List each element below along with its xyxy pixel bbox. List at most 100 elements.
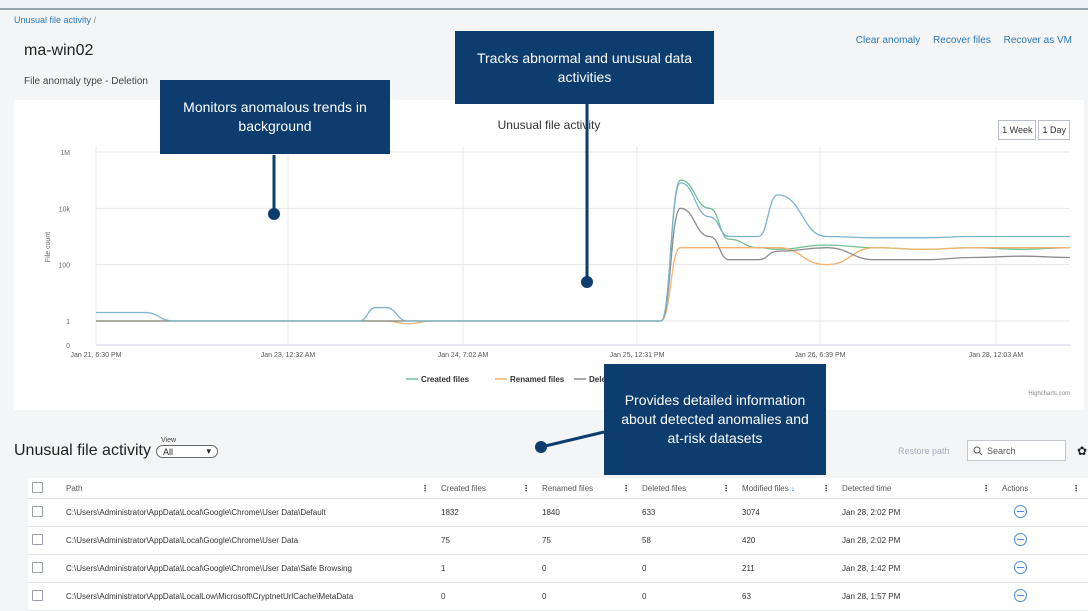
col-created-label: Created files: [441, 483, 486, 493]
callout-details: Provides detailed information about dete…: [604, 364, 826, 475]
col-modified-label: Modified files: [742, 483, 789, 493]
row-select[interactable]: [28, 526, 62, 555]
cell-deleted: 633: [638, 498, 738, 527]
column-menu-icon[interactable]: ⋮: [622, 484, 630, 493]
chart-credits[interactable]: Highcharts.com: [1028, 391, 1070, 397]
legend-item: Renamed files: [510, 375, 565, 384]
col-detected-time[interactable]: Detected time ⋮: [838, 478, 998, 499]
column-menu-icon[interactable]: ⋮: [822, 484, 830, 493]
row-select[interactable]: [28, 582, 62, 611]
x-tick-label: Jan 25, 12:31 PM: [610, 352, 665, 359]
cell-renamed: 75: [538, 526, 638, 555]
y-tick-label: 0: [66, 343, 70, 350]
col-renamed-label: Renamed files: [542, 483, 594, 493]
cell-deleted: 0: [638, 582, 738, 611]
search-placeholder: Search: [987, 445, 1016, 456]
y-tick-label: 100: [58, 263, 70, 270]
breadcrumb-link[interactable]: Unusual file activity: [14, 15, 91, 25]
cell-deleted: 58: [638, 526, 738, 555]
header-select[interactable]: [28, 478, 62, 499]
cell-time: Jan 28, 1:42 PM: [838, 554, 998, 583]
series-line-created-files: [96, 179, 1071, 322]
col-renamed[interactable]: Renamed files ⋮: [538, 478, 638, 499]
row-select[interactable]: [28, 498, 62, 527]
cell-path: C:\Users\Administrator\AppData\Local\Goo…: [62, 554, 437, 583]
col-deleted[interactable]: Deleted files ⋮: [638, 478, 738, 499]
activity-table: Path ⋮ Created files ⋮ Renamed files ⋮ Dele…: [28, 478, 1088, 611]
x-tick-label: Jan 28, 12:03 AM: [969, 352, 1024, 359]
column-menu-icon[interactable]: ⋮: [1072, 484, 1080, 493]
table-header-row: Path ⋮ Created files ⋮ Renamed files ⋮ Dele…: [28, 478, 1088, 499]
top-actions: Clear anomaly Recover files Recover as V…: [846, 35, 1072, 46]
x-tick-label: Jan 24, 7:02 AM: [438, 352, 489, 359]
col-actions-label: Actions: [1002, 483, 1029, 493]
callout-tracks: Tracks abnormal and unusual data activit…: [455, 31, 714, 104]
recover-files-link[interactable]: Recover files: [933, 35, 991, 46]
cell-modified: 420: [738, 526, 838, 555]
breadcrumb-separator: /: [93, 15, 97, 25]
y-axis-label: File count: [45, 232, 52, 262]
cell-path: C:\Users\Administrator\AppData\Local\Goo…: [62, 526, 437, 555]
cell-actions: [998, 554, 1088, 583]
row-checkbox[interactable]: [32, 506, 43, 517]
clear-anomaly-link[interactable]: Clear anomaly: [856, 35, 920, 46]
y-tick-label: 1: [66, 319, 70, 326]
one-week-button[interactable]: 1 Week: [998, 120, 1037, 140]
row-action-icon[interactable]: [1014, 505, 1027, 518]
range-buttons: 1 Week 1 Day: [996, 120, 1070, 140]
col-path[interactable]: Path ⋮: [62, 478, 437, 499]
restore-path-button[interactable]: Restore path: [898, 446, 950, 456]
column-menu-icon[interactable]: ⋮: [982, 484, 990, 493]
table-heading: Unusual file activity: [14, 442, 151, 459]
row-checkbox[interactable]: [32, 590, 43, 601]
callout-monitors: Monitors anomalous trends in background: [160, 80, 390, 154]
chevron-down-icon: ▾: [206, 446, 211, 456]
row-action-icon[interactable]: [1014, 561, 1027, 574]
cell-renamed: 1840: [538, 498, 638, 527]
table-row[interactable]: C:\Users\Administrator\AppData\Local\Goo…: [28, 554, 1088, 583]
row-checkbox[interactable]: [32, 534, 43, 545]
row-checkbox[interactable]: [32, 562, 43, 573]
cell-modified: 211: [738, 554, 838, 583]
col-actions[interactable]: Actions ⋮: [998, 478, 1088, 499]
x-tick-label: Jan 26, 6:39 PM: [795, 352, 846, 359]
col-modified[interactable]: Modified files ↓ ⋮: [738, 478, 838, 499]
view-filter: View All ▾: [156, 437, 218, 458]
view-select[interactable]: All ▾: [156, 445, 218, 458]
col-deleted-label: Deleted files: [642, 483, 687, 493]
cell-modified: 3074: [738, 498, 838, 527]
cell-deleted: 0: [638, 554, 738, 583]
col-created[interactable]: Created files ⋮: [437, 478, 538, 499]
x-tick-label: Jan 21, 6:30 PM: [71, 352, 122, 359]
sort-desc-icon: ↓: [790, 483, 795, 493]
x-tick-label: Jan 23, 12:32 AM: [261, 352, 316, 359]
cell-modified: 63: [738, 582, 838, 611]
row-action-icon[interactable]: [1014, 533, 1027, 546]
cell-created: 1832: [437, 498, 538, 527]
gear-icon[interactable]: ✿: [1077, 444, 1087, 458]
cell-renamed: 0: [538, 582, 638, 611]
column-menu-icon[interactable]: ⋮: [522, 484, 530, 493]
select-all-checkbox[interactable]: [32, 481, 43, 493]
legend-item: Created files: [421, 375, 470, 384]
recover-as-vm-link[interactable]: Recover as VM: [1004, 35, 1072, 46]
column-menu-icon[interactable]: ⋮: [421, 484, 429, 493]
search-input[interactable]: Search: [967, 440, 1066, 461]
table-row[interactable]: C:\Users\Administrator\AppData\Local\Goo…: [28, 498, 1088, 527]
column-menu-icon[interactable]: ⋮: [722, 484, 730, 493]
search-icon: [973, 446, 983, 455]
view-select-value: All: [163, 446, 174, 457]
cell-created: 1: [437, 554, 538, 583]
col-path-label: Path: [66, 483, 83, 493]
one-day-button[interactable]: 1 Day: [1038, 120, 1070, 140]
page-subtitle: File anomaly type - Deletion: [24, 76, 148, 87]
breadcrumb: Unusual file activity /: [14, 15, 96, 25]
row-action-icon[interactable]: [1014, 589, 1027, 602]
chart-title: Unusual file activity: [498, 118, 601, 132]
cell-created: 0: [437, 582, 538, 611]
table-row[interactable]: C:\Users\Administrator\AppData\Local\Goo…: [28, 526, 1088, 555]
row-select[interactable]: [28, 554, 62, 583]
cell-created: 75: [437, 526, 538, 555]
table-row[interactable]: C:\Users\Administrator\AppData\LocalLow\…: [28, 582, 1088, 611]
cell-actions: [998, 526, 1088, 555]
